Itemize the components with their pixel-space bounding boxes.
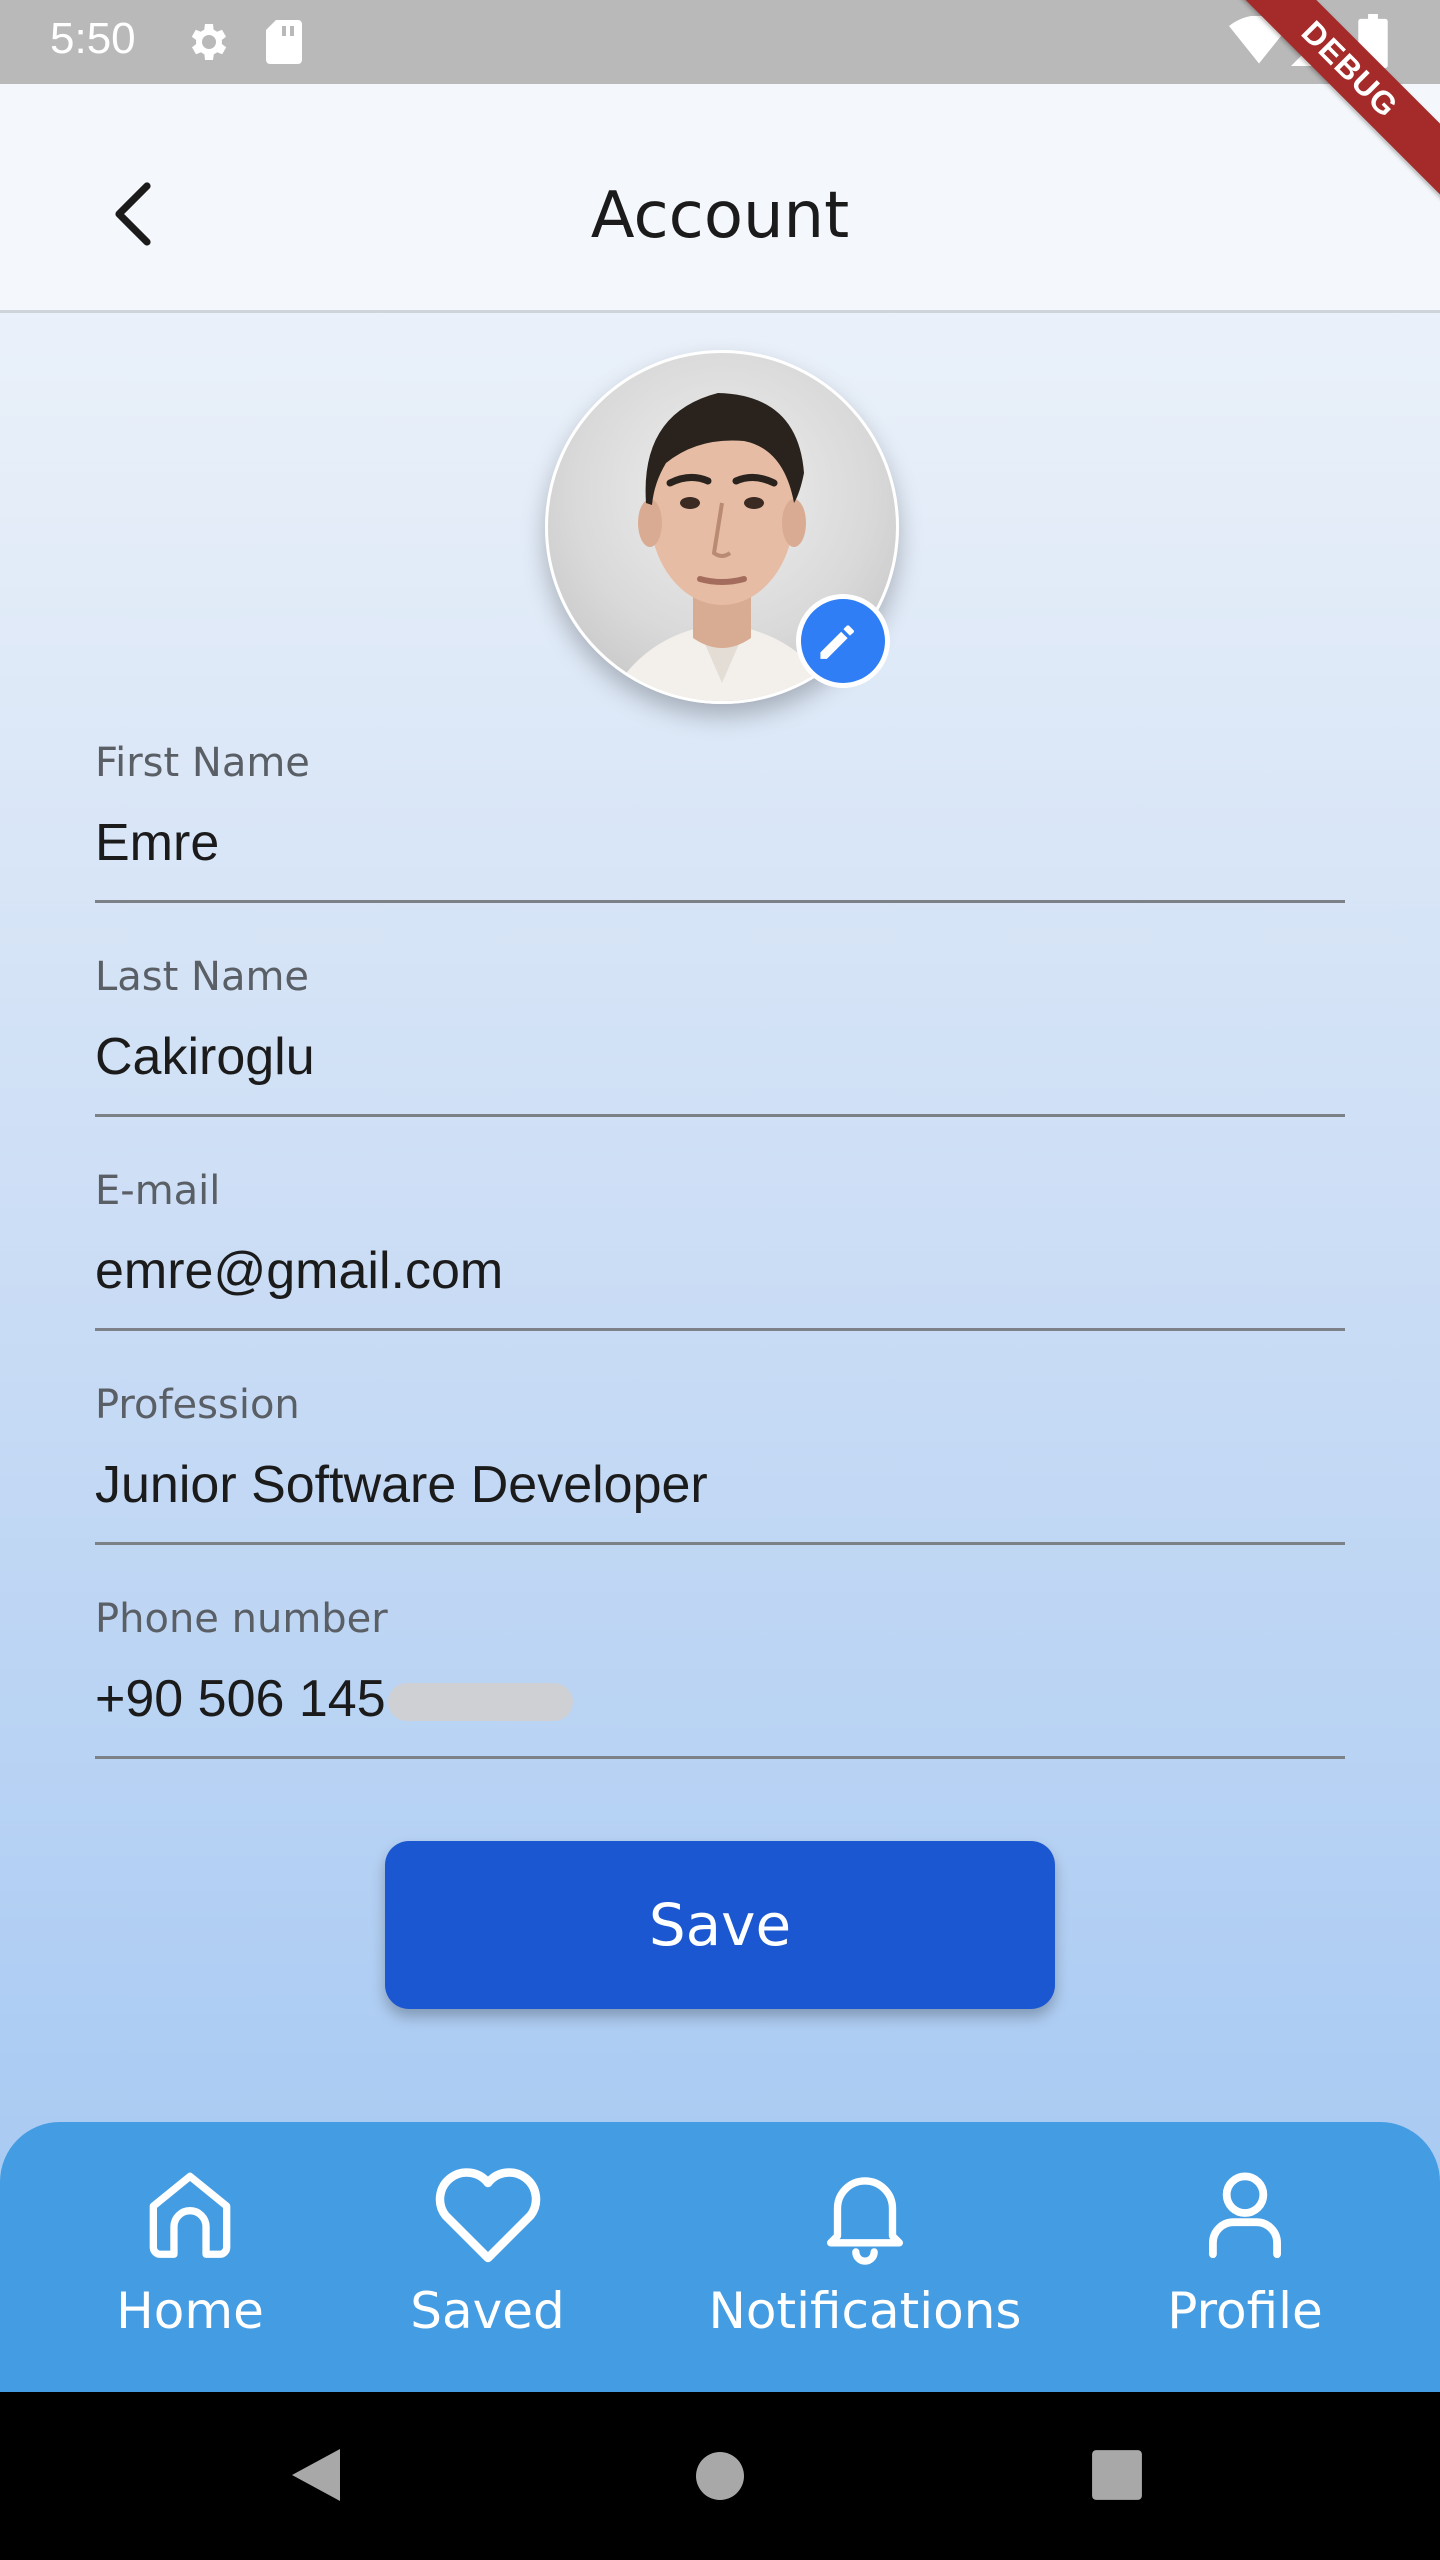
bottom-nav-bar: Home Saved Notifications Profile	[0, 2122, 1440, 2392]
last-name-underline	[95, 1114, 1345, 1117]
nav-label-profile: Profile	[1167, 2282, 1323, 2340]
profession-field[interactable]: Profession Junior Software Developer	[95, 1382, 1345, 1520]
edit-photo-button[interactable]	[796, 594, 890, 688]
phone-label: Phone number	[95, 1596, 388, 1642]
email-field[interactable]: E-mail emre@gmail.com	[95, 1168, 1345, 1306]
phone-input[interactable]: +90 506 145	[95, 1664, 1345, 1734]
status-bar: 5:50	[0, 0, 1440, 84]
account-screen: 5:50 Account First Name Emre Last Name C…	[0, 0, 1440, 2392]
first-name-underline	[95, 900, 1345, 903]
nav-item-home[interactable]: Home	[110, 2158, 270, 2340]
settings-gear-icon	[191, 24, 227, 60]
last-name-field[interactable]: Last Name Cakiroglu	[95, 954, 1345, 1092]
nav-label-notifications: Notifications	[708, 2282, 1022, 2340]
bell-icon	[826, 2177, 904, 2265]
profession-underline	[95, 1542, 1345, 1545]
first-name-field[interactable]: First Name Emre	[95, 740, 1345, 878]
system-back-icon[interactable]	[288, 2444, 344, 2506]
last-name-label: Last Name	[95, 954, 310, 1000]
redacted-digits	[387, 1683, 573, 1722]
home-icon	[149, 2172, 231, 2258]
system-recents-icon[interactable]	[1090, 2448, 1144, 2502]
nav-item-profile[interactable]: Profile	[1160, 2158, 1330, 2340]
nav-item-notifications[interactable]: Notifications	[700, 2158, 1030, 2340]
page-title: Account	[590, 179, 850, 253]
save-button[interactable]: Save	[385, 1841, 1055, 2009]
email-underline	[95, 1328, 1345, 1331]
status-time: 5:50	[50, 14, 136, 63]
app-bar: Account	[0, 84, 1440, 313]
nav-item-saved[interactable]: Saved	[400, 2158, 575, 2340]
nav-label-home: Home	[116, 2282, 264, 2340]
pencil-icon	[820, 625, 855, 659]
profession-input[interactable]: Junior Software Developer	[95, 1450, 1345, 1520]
email-input[interactable]: emre@gmail.com	[95, 1236, 1345, 1306]
phone-field[interactable]: Phone number +90 506 145	[95, 1596, 1345, 1734]
system-nav-bar	[0, 2392, 1440, 2560]
phone-underline	[95, 1756, 1345, 1759]
sd-card-icon	[266, 20, 302, 64]
person-icon	[1209, 2172, 1281, 2259]
nav-label-saved: Saved	[410, 2282, 565, 2340]
first-name-label: First Name	[95, 740, 310, 786]
profession-label: Profession	[95, 1382, 300, 1428]
email-label: E-mail	[95, 1168, 221, 1214]
heart-icon	[435, 2168, 540, 2263]
last-name-input[interactable]: Cakiroglu	[95, 1022, 1345, 1092]
first-name-input[interactable]: Emre	[95, 808, 1345, 878]
phone-value: +90 506 145	[95, 1670, 386, 1728]
system-home-icon[interactable]	[694, 2450, 746, 2502]
